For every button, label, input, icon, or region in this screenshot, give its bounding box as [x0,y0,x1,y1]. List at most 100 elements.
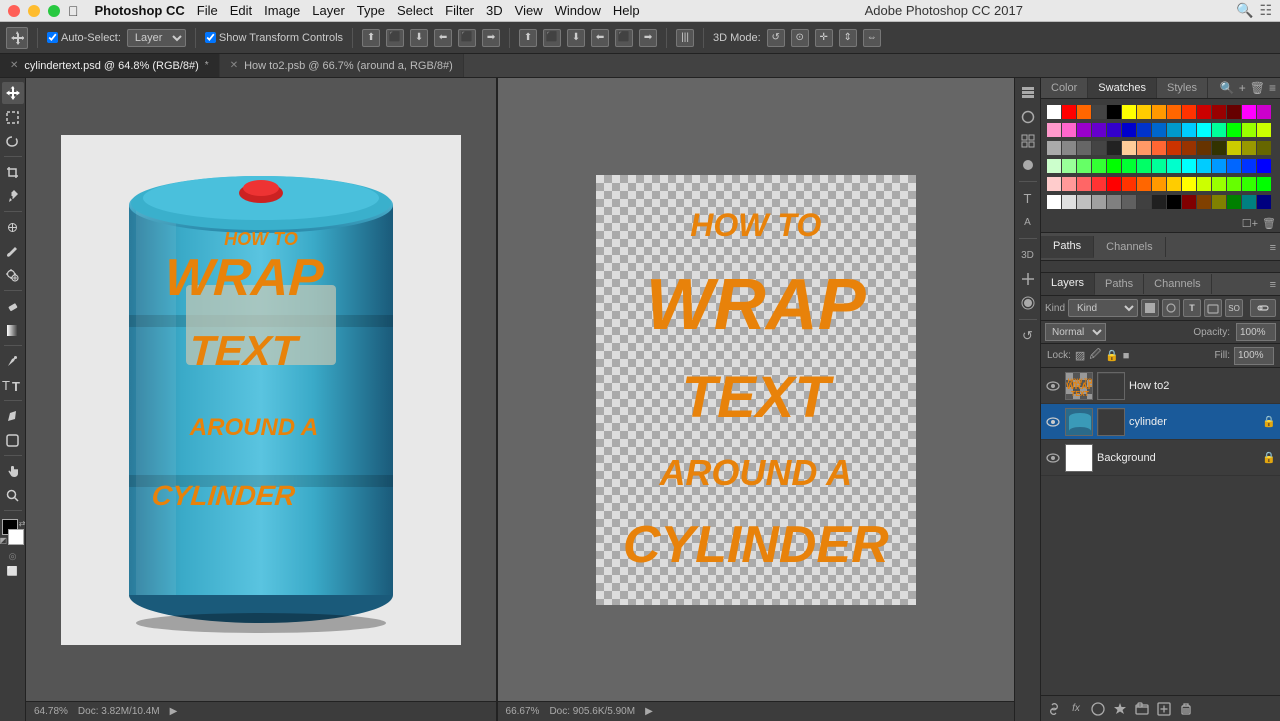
swatch[interactable] [1092,195,1106,209]
move-tool-option[interactable] [6,27,28,49]
swatch[interactable] [1062,123,1076,137]
swatch[interactable] [1257,141,1271,155]
align-right-btn[interactable]: ➡ [482,29,500,47]
swatch[interactable] [1227,195,1241,209]
swatch-delete-footer-icon[interactable]: 🗑 [1262,217,1276,230]
swatch[interactable] [1242,195,1256,209]
layer-adjustment-icon[interactable] [1111,700,1129,718]
fill-input[interactable] [1234,347,1274,365]
hand-tool[interactable] [2,460,24,482]
crop-tool[interactable] [2,161,24,183]
swatch[interactable] [1227,177,1241,191]
swatch[interactable] [1077,177,1091,191]
menu-app-name[interactable]: Photoshop CC [95,3,185,18]
swatch[interactable] [1122,105,1136,119]
tab-channels2[interactable]: Channels [1144,274,1211,294]
swatch[interactable] [1167,105,1181,119]
filter-pixel-icon[interactable] [1141,299,1159,317]
align-top-btn[interactable]: ⬆ [362,29,380,47]
swatch[interactable] [1242,159,1256,173]
search-icon[interactable]: 🔍 [1236,2,1253,19]
layer-select[interactable]: Layer Group [127,29,186,47]
menu-image[interactable]: Image [264,3,300,18]
3d-slide-btn[interactable]: ⇕ [839,29,857,47]
menu-type[interactable]: Type [357,3,385,18]
healing-brush-tool[interactable] [2,216,24,238]
layer-link-icon[interactable] [1045,700,1063,718]
swatch[interactable] [1137,141,1151,155]
shape-tool[interactable] [2,429,24,451]
tab-paths[interactable]: Paths [1041,236,1094,258]
styles-icon[interactable] [1017,154,1039,176]
layer-row-background[interactable]: Background 🔒 [1041,440,1280,476]
default-colors-icon[interactable]: ◩ [0,536,7,545]
swatch[interactable] [1167,141,1181,155]
swatch[interactable] [1077,123,1091,137]
swatch[interactable] [1122,159,1136,173]
swatch[interactable] [1197,141,1211,155]
background-color[interactable] [8,529,24,545]
swatch[interactable] [1227,123,1241,137]
swatch[interactable] [1257,105,1271,119]
quick-mask-icon[interactable]: ◎ [9,551,17,562]
swatch[interactable] [1152,195,1166,209]
swatch[interactable] [1182,195,1196,209]
3d-panel-icon[interactable]: 3D [1017,244,1039,266]
align-hcenter-btn[interactable]: ⬛ [458,29,476,47]
menu-layer[interactable]: Layer [312,3,345,18]
swatch[interactable] [1212,159,1226,173]
path-selection-tool[interactable] [2,405,24,427]
swatch[interactable] [1047,159,1061,173]
swatches-add-icon[interactable]: + [1239,81,1246,95]
lock-artboard-icon[interactable]: ■ [1123,350,1130,362]
screen-mode-icon[interactable]: ⬜ [7,566,18,577]
3d-scale-btn[interactable]: ⇔ [863,29,881,47]
swatch[interactable] [1197,159,1211,173]
swatch[interactable] [1182,141,1196,155]
swatch[interactable] [1137,159,1151,173]
tab-styles[interactable]: Styles [1157,78,1208,98]
swatch[interactable] [1167,159,1181,173]
lasso-tool[interactable] [2,130,24,152]
layer-fx-icon[interactable]: fx [1067,700,1085,718]
swatch[interactable] [1107,105,1121,119]
menu-filter[interactable]: Filter [445,3,474,18]
swatch[interactable] [1152,105,1166,119]
filter-type-select[interactable]: Kind Name Effect Mode Attribute Color Sm… [1068,299,1138,317]
swatch[interactable] [1242,141,1256,155]
align-vcenter-btn[interactable]: ⬛ [386,29,404,47]
eyedropper-tool[interactable] [2,185,24,207]
swatch[interactable] [1092,177,1106,191]
layer-add-icon[interactable] [1155,700,1173,718]
swatch[interactable] [1152,159,1166,173]
swatch[interactable] [1197,105,1211,119]
3d-rotate-btn[interactable]: ↺ [767,29,785,47]
gradient-tool[interactable] [2,319,24,341]
swatch[interactable] [1077,141,1091,155]
distribute-bottom-btn[interactable]: ⬇ [567,29,585,47]
filter-adjust-icon[interactable] [1162,299,1180,317]
window-maximize[interactable] [48,5,60,17]
swatch[interactable] [1047,195,1061,209]
swatch[interactable] [1167,177,1181,191]
swatch[interactable] [1152,123,1166,137]
swatch[interactable] [1212,123,1226,137]
swatch[interactable] [1182,159,1196,173]
3d-roll-btn[interactable]: ⊙ [791,29,809,47]
swatch[interactable] [1212,141,1226,155]
filter-toggle-icon[interactable] [1250,299,1276,317]
swatch[interactable] [1167,195,1181,209]
menu-select[interactable]: Select [397,3,433,18]
lock-transparent-icon[interactable]: ▨ [1075,349,1085,362]
layout-icon[interactable]: ☷ [1259,2,1272,19]
menu-view[interactable]: View [515,3,543,18]
swatch[interactable] [1152,177,1166,191]
tab-0[interactable]: ✕ cylindertext.psd @ 64.8% (RGB/8#) * [0,54,220,77]
status-arrow-left[interactable]: ▶ [170,706,178,717]
layer-mask-icon[interactable] [1089,700,1107,718]
filter-shape-icon[interactable] [1204,299,1222,317]
swatch[interactable] [1122,195,1136,209]
menu-window[interactable]: Window [555,3,601,18]
swatch[interactable] [1182,105,1196,119]
swatch[interactable] [1197,123,1211,137]
